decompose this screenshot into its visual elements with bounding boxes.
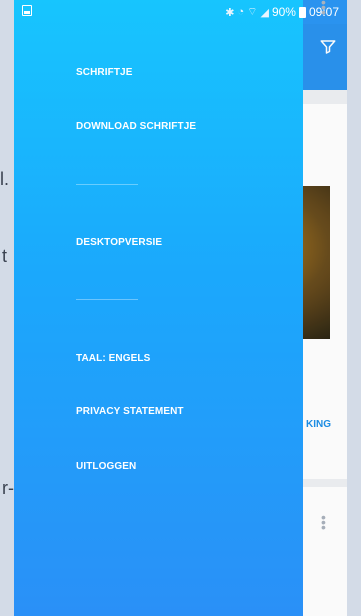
nav-divider [76,299,138,300]
edge-text-3: r- [2,478,14,498]
wifi-icon: ⌔ [247,6,258,18]
nav-item-uitloggen[interactable]: UITLOGGEN [76,461,136,472]
edge-text-2: t [2,246,8,266]
navigation-drawer: SCHRIFTJE DOWNLOAD SCHRIFTJE DESKTOPVERS… [14,0,303,616]
alarm-icon: ◔ [237,6,245,18]
nav-item-download-schriftje[interactable]: DOWNLOAD SCHRIFTJE [76,121,196,132]
signal-icon: ◢ [260,6,269,19]
nav-item-privacy-statement[interactable]: PRIVACY STATEMENT [76,406,184,417]
nav-item-taal-engels[interactable]: TAAL: ENGELS [76,353,150,364]
gallery-icon [22,5,32,19]
device-screen: • • • KING • • • ✱ ◔ ⌔ ◢ 90% 09:07 SCHRIFTJE… [14,0,347,616]
nav-item-schriftje[interactable]: SCHRIFTJE [76,67,132,78]
bluetooth-icon: ✱ [225,6,235,19]
nav-item-desktopversie[interactable]: DESKTOPVERSIE [76,237,162,248]
nav-divider [76,184,138,185]
clock: 09:07 [308,5,339,19]
battery-icon [298,6,306,18]
edge-text-1: l. [0,169,9,189]
status-bar: ✱ ◔ ⌔ ◢ 90% 09:07 [14,0,347,24]
drawer-scrim[interactable] [303,24,347,616]
battery-percentage: 90% [271,5,296,19]
